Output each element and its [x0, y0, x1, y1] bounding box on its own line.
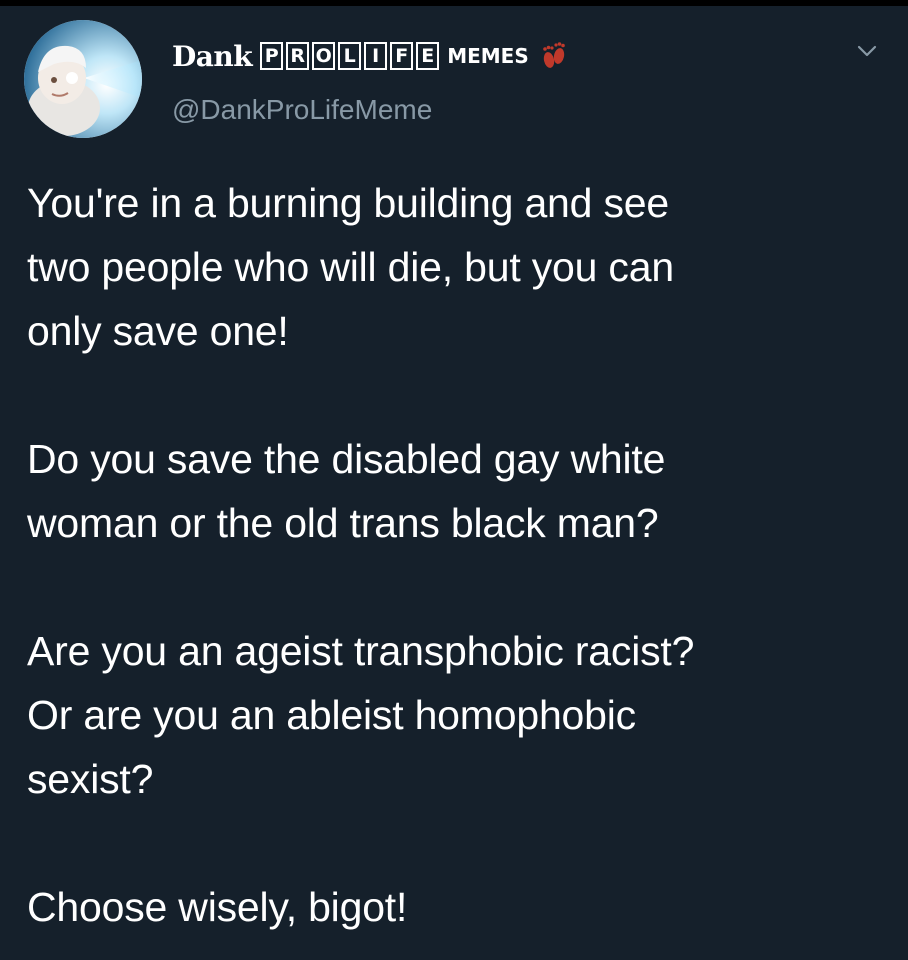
display-name[interactable]: Dank P R O L I F E MEMES	[172, 36, 569, 76]
boxed-letter: F	[390, 42, 414, 70]
tweet-paragraph: Do you save the disabled gay white woman…	[27, 436, 666, 546]
avatar[interactable]	[24, 20, 142, 138]
boxed-letter: R	[286, 42, 310, 70]
display-name-suffix: MEMES	[447, 44, 529, 68]
boxed-letter: I	[364, 42, 388, 70]
boxed-letter: P	[260, 42, 284, 70]
tweet-text: You're in a burning building and see two…	[27, 171, 887, 939]
display-name-boxed-letters: P R O L I F E	[260, 42, 440, 70]
baby-avatar-icon	[24, 20, 142, 138]
boxed-letter: L	[338, 42, 362, 70]
chevron-down-icon[interactable]	[852, 40, 882, 62]
tweet-paragraph: You're in a burning building and see two…	[27, 180, 674, 354]
display-name-prefix: Dank	[172, 39, 253, 73]
boxed-letter: O	[312, 42, 336, 70]
tweet-paragraph: Are you an ageist transphobic racist? Or…	[27, 628, 695, 802]
author-handle[interactable]: @DankProLifeMeme	[172, 94, 432, 126]
boxed-letter: E	[416, 42, 440, 70]
tweet-card: Dank P R O L I F E MEMES @DankProLifeMem…	[0, 6, 908, 960]
baby-feet-icon	[539, 41, 569, 71]
tweet-paragraph: Choose wisely, bigot!	[27, 884, 408, 930]
